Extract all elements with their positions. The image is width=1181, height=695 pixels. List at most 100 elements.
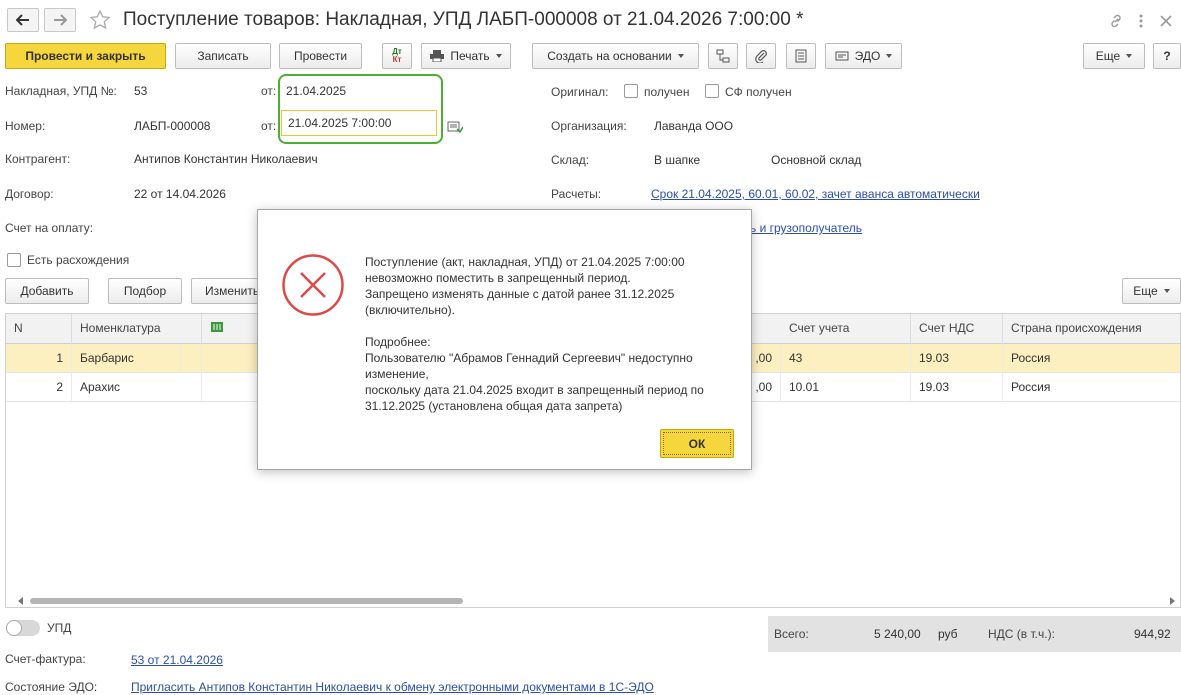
print-label: Печать [450, 49, 490, 63]
totals-panel: Всего: 5 240,00 руб НДС (в т.ч.): 944,92 [768, 616, 1181, 652]
dt-kt-button[interactable]: Дт Кт [382, 43, 412, 69]
arrow-left-icon [16, 14, 29, 26]
discrepancy-checkbox[interactable] [7, 253, 21, 267]
row-country[interactable]: Россия [1003, 373, 1180, 402]
number-label: Номер: [5, 119, 46, 133]
vat-value: 944,92 [1134, 627, 1171, 641]
row-vat-account[interactable]: 19.03 [911, 344, 1003, 373]
create-based-label: Создать на основании [547, 49, 672, 63]
payment-invoice-label: Счет на оплату: [5, 221, 94, 235]
column-header-n[interactable]: N [6, 314, 72, 344]
settlements-label: Расчеты: [551, 187, 602, 201]
column-header-nomenclature[interactable]: Номенклатура [72, 314, 202, 344]
dialog-message-line: Поступление (акт, накладная, УПД) от 21.… [365, 255, 685, 269]
edo-label: ЭДО [854, 49, 881, 63]
settlements-link[interactable]: Срок 21.04.2025, 60.01, 60.02, зачет ава… [651, 187, 980, 201]
scroll-left-arrow-icon[interactable] [18, 597, 23, 605]
date-highlight-frame [278, 74, 443, 144]
chevron-down-icon [886, 54, 893, 58]
error-icon [281, 253, 345, 320]
paperclip-icon [755, 50, 767, 63]
table-more-button[interactable]: Еще [1122, 278, 1181, 304]
add-row-button[interactable]: Добавить [5, 278, 89, 304]
column-header-vat-account[interactable]: Счет НДС [911, 314, 1003, 344]
row-spacer [181, 344, 202, 373]
post-and-close-button[interactable]: Провести и закрыть [5, 43, 166, 69]
original-received-label: получен [644, 85, 690, 99]
row-nomenclature[interactable]: Барбарис [72, 344, 181, 373]
ok-button[interactable]: ОК [660, 429, 734, 458]
warehouse-mode-value[interactable]: В шапке [654, 153, 700, 167]
more-button[interactable]: Еще [1083, 43, 1145, 69]
invoice-number-value[interactable]: 53 [134, 84, 147, 98]
row-country[interactable]: Россия [1003, 344, 1180, 373]
edo-button[interactable]: ЭДО [825, 43, 902, 69]
column-header-country[interactable]: Страна происхождения [1003, 314, 1180, 344]
structure-button[interactable] [708, 43, 738, 69]
number-value[interactable]: ЛАБП-000008 [134, 119, 210, 133]
invoice-factura-link[interactable]: 53 от 21.04.2026 [131, 653, 223, 667]
back-button[interactable] [7, 8, 39, 32]
contract-value[interactable]: 22 от 14.04.2026 [134, 187, 226, 201]
total-label: Всего: [774, 627, 809, 641]
row-account[interactable]: 43 [781, 344, 911, 373]
row-number: 2 [6, 373, 72, 402]
edo-invite-link[interactable]: Пригласить Антипов Константин Николаевич… [131, 680, 654, 694]
organization-label: Организация: [551, 119, 627, 133]
horizontal-scrollbar-thumb[interactable] [30, 598, 463, 604]
attachment-button[interactable] [746, 43, 776, 69]
invoice-number-label: Накладная, УПД №: [5, 84, 117, 98]
more-label: Еще [1095, 49, 1121, 63]
organization-value[interactable]: Лаванда ООО [654, 119, 733, 133]
toggle-knob [6, 620, 22, 636]
invoice-factura-label: Счет-фактура: [5, 652, 86, 666]
row-nomenclature[interactable]: Арахис [72, 373, 202, 402]
dialog-message-line: Запрещено изменять данные с датой ранее … [365, 287, 675, 301]
sf-received-checkbox[interactable] [705, 84, 719, 98]
selection-button[interactable]: Подбор [108, 278, 182, 304]
column-header-settings[interactable] [202, 314, 262, 344]
shipper-consignee-link[interactable]: ь и грузополучатель [750, 221, 862, 235]
print-button[interactable]: Печать [421, 43, 511, 69]
chevron-down-icon [1126, 54, 1133, 58]
number-date-from-label: от: [261, 119, 277, 133]
document-list-icon [795, 49, 807, 63]
warehouse-value[interactable]: Основной склад [771, 153, 861, 167]
original-label: Оригинал: [551, 85, 609, 99]
more-dots-icon[interactable] [1131, 11, 1151, 31]
create-based-on-button[interactable]: Создать на основании [532, 43, 699, 69]
structure-icon [716, 49, 730, 63]
row-account[interactable]: 10.01 [781, 373, 911, 402]
counterparty-value[interactable]: Антипов Константин Николаевич [134, 152, 318, 166]
help-button[interactable]: ? [1153, 43, 1181, 69]
table-settings-icon [211, 322, 223, 332]
original-received-checkbox[interactable] [624, 84, 638, 98]
link-icon[interactable] [1106, 11, 1126, 31]
report-button[interactable] [786, 43, 816, 69]
table-more-label: Еще [1133, 284, 1158, 298]
upd-toggle[interactable] [6, 620, 40, 636]
printer-icon [430, 50, 445, 62]
chevron-down-icon [1163, 289, 1170, 293]
dialog-details-line: поскольку дата 21.04.2025 входит в запре… [365, 383, 704, 397]
sf-received-label: СФ получен [725, 85, 792, 99]
error-dialog: Поступление (акт, накладная, УПД) от 21.… [257, 209, 752, 470]
dialog-details-line: 31.12.2025 (установлена общая дата запре… [365, 399, 623, 413]
kt-label: Кт [392, 55, 402, 64]
post-button[interactable]: Провести [279, 43, 362, 69]
row-number: 1 [6, 344, 72, 373]
calendar-icon[interactable] [447, 120, 464, 137]
dialog-details-line: Пользователю "Абрамов Геннадий Сергеевич… [365, 351, 693, 365]
save-button[interactable]: Записать [175, 43, 271, 69]
scroll-right-arrow-icon[interactable] [1170, 597, 1175, 605]
row-vat-account[interactable]: 19.03 [911, 373, 1003, 402]
close-icon[interactable] [1156, 11, 1176, 31]
dialog-details-heading: Подробнее: [365, 335, 431, 349]
column-header-account[interactable]: Счет учета [781, 314, 911, 344]
favorite-star-icon[interactable] [89, 9, 111, 34]
forward-button[interactable] [44, 8, 76, 32]
change-button[interactable]: Изменить [191, 278, 265, 304]
upd-toggle-label: УПД [47, 621, 72, 635]
edo-state-label: Состояние ЭДО: [5, 680, 98, 694]
vat-label: НДС (в т.ч.): [988, 627, 1055, 641]
